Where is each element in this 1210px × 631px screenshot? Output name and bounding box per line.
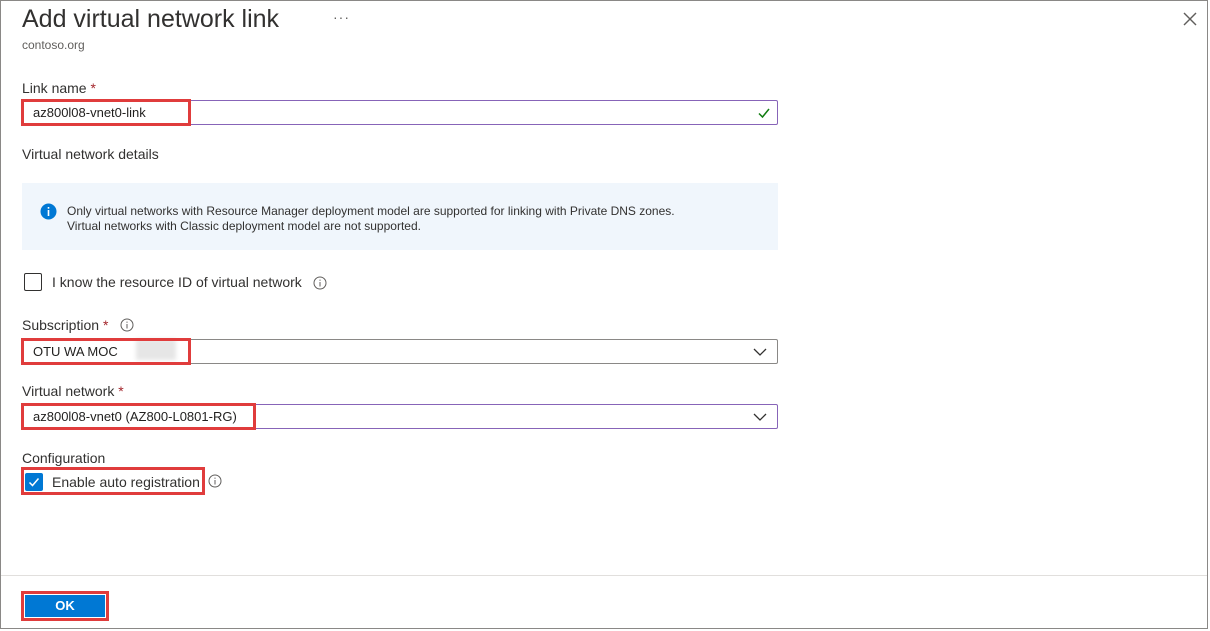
chevron-down-icon: [753, 348, 767, 356]
configuration-heading: Configuration: [22, 450, 106, 466]
virtual-network-dropdown[interactable]: az800l08-vnet0 (AZ800-L0801-RG): [22, 404, 778, 429]
chevron-down-icon: [753, 413, 767, 421]
checkmark-icon: [758, 108, 770, 119]
info-banner: Only virtual networks with Resource Mana…: [22, 183, 778, 250]
virtual-network-details-heading: Virtual network details: [22, 146, 159, 162]
link-name-label-text: Link name: [22, 80, 87, 96]
page-subtitle: contoso.org: [22, 38, 85, 52]
virtual-network-label: Virtual network *: [22, 383, 124, 399]
subscription-label-text: Subscription: [22, 317, 100, 333]
auto-registration-label: Enable auto registration: [52, 474, 200, 490]
info-banner-text: Only virtual networks with Resource Mana…: [67, 204, 675, 234]
info-line-1: Only virtual networks with Resource Mana…: [67, 204, 675, 218]
info-circle-icon[interactable]: [208, 474, 222, 488]
subscription-value: OTU WA MOC: [33, 344, 118, 359]
resource-id-checkbox[interactable]: [24, 273, 42, 291]
panel-frame: [0, 0, 1208, 629]
page-title: Add virtual network link: [22, 5, 280, 33]
virtual-network-value: az800l08-vnet0 (AZ800-L0801-RG): [33, 409, 237, 424]
virtual-network-label-text: Virtual network: [22, 383, 115, 399]
link-name-label: Link name *: [22, 80, 96, 96]
required-marker: *: [102, 317, 109, 333]
checkmark-icon: [28, 478, 40, 487]
more-options-icon[interactable]: ···: [333, 9, 350, 25]
close-icon[interactable]: [1181, 10, 1199, 28]
auto-registration-checkbox[interactable]: [25, 473, 43, 491]
redacted-subscription-suffix: [136, 339, 176, 360]
required-marker: *: [90, 80, 96, 96]
footer-divider: [1, 575, 1207, 576]
ok-button[interactable]: OK: [25, 595, 105, 617]
info-line-2: Virtual networks with Classic deployment…: [67, 219, 421, 233]
link-name-value: az800l08-vnet0-link: [33, 105, 146, 120]
resource-id-label: I know the resource ID of virtual networ…: [52, 274, 302, 290]
subscription-label: Subscription *: [22, 317, 108, 333]
info-circle-icon[interactable]: [120, 318, 134, 332]
info-circle-icon[interactable]: [313, 276, 327, 290]
required-marker: *: [118, 383, 124, 399]
link-name-input[interactable]: az800l08-vnet0-link: [22, 100, 778, 125]
info-icon: [40, 203, 57, 220]
